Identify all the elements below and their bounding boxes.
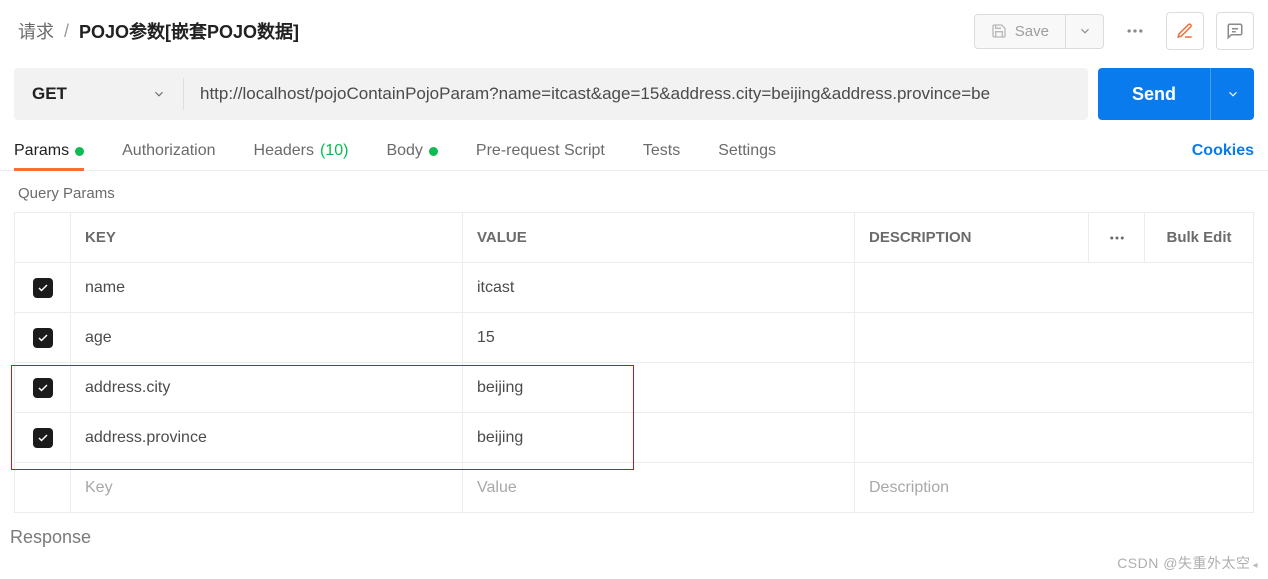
checkbox-cell (15, 463, 71, 512)
tab-authorization[interactable]: Authorization (122, 142, 215, 170)
description-cell[interactable] (855, 313, 1253, 362)
query-params-table: KEY VALUE DESCRIPTION Bulk Edit name itc… (14, 212, 1254, 513)
tab-settings[interactable]: Settings (718, 142, 776, 170)
tab-body-label: Body (386, 142, 422, 160)
save-label: Save (1015, 23, 1049, 40)
url-input[interactable]: http://localhost/pojoContainPojoParam?na… (184, 68, 1088, 120)
tab-headers[interactable]: Headers (10) (254, 142, 349, 170)
key-cell[interactable]: address.city (71, 363, 463, 412)
description-placeholder[interactable]: Description (855, 463, 1253, 512)
tab-headers-label: Headers (254, 142, 314, 160)
col-more[interactable] (1089, 213, 1145, 262)
watermark: CSDN @失重外太空 (1117, 553, 1258, 573)
table-header-row: KEY VALUE DESCRIPTION Bulk Edit (15, 213, 1253, 263)
comment-icon (1226, 22, 1244, 40)
description-cell[interactable] (855, 413, 1253, 462)
breadcrumb: 请求 / POJO参数[嵌套POJO数据] (18, 18, 299, 44)
save-button-group: Save (974, 14, 1104, 49)
response-section-label: Response (0, 513, 1268, 562)
status-dot-icon (429, 147, 438, 156)
more-horizontal-icon (1125, 21, 1145, 41)
send-button[interactable]: Send (1098, 68, 1210, 120)
tab-headers-count: (10) (320, 142, 348, 160)
send-dropdown-button[interactable] (1210, 68, 1254, 120)
key-cell[interactable]: address.province (71, 413, 463, 462)
col-check (15, 213, 71, 262)
table-row: name itcast (15, 263, 1253, 313)
chevron-down-icon (1226, 87, 1240, 101)
tab-tests[interactable]: Tests (643, 142, 680, 170)
save-dropdown-button[interactable] (1066, 14, 1104, 49)
value-cell[interactable]: beijing (463, 363, 855, 412)
http-method-select[interactable]: GET (14, 68, 184, 120)
request-tabs: Params Authorization Headers (10) Body P… (0, 142, 1268, 171)
value-cell[interactable]: itcast (463, 263, 855, 312)
more-horizontal-icon (1108, 229, 1126, 247)
col-value: VALUE (463, 213, 855, 262)
comment-button[interactable] (1216, 12, 1254, 50)
edit-button[interactable] (1166, 12, 1204, 50)
tablist: Params Authorization Headers (10) Body P… (14, 142, 776, 170)
description-cell[interactable] (855, 363, 1253, 412)
checkbox-checked-icon (33, 278, 53, 298)
more-options-button[interactable] (1116, 12, 1154, 50)
page-title[interactable]: POJO参数[嵌套POJO数据] (79, 18, 299, 44)
send-button-group: Send (1098, 68, 1254, 120)
table-row: address.city beijing (15, 363, 1253, 413)
checkbox-cell[interactable] (15, 363, 71, 412)
chevron-down-icon (1078, 24, 1092, 38)
table-row: age 15 (15, 313, 1253, 363)
bulk-edit-button[interactable]: Bulk Edit (1145, 213, 1253, 262)
breadcrumb-separator: / (64, 21, 69, 42)
tab-params[interactable]: Params (14, 142, 84, 170)
col-description: DESCRIPTION (855, 213, 1089, 262)
breadcrumb-root[interactable]: 请求 (18, 18, 54, 44)
checkbox-cell[interactable] (15, 313, 71, 362)
header-bar: 请求 / POJO参数[嵌套POJO数据] Save (0, 0, 1268, 68)
key-cell[interactable]: name (71, 263, 463, 312)
key-cell[interactable]: age (71, 313, 463, 362)
checkbox-checked-icon (33, 428, 53, 448)
section-title-query-params: Query Params (0, 171, 1268, 212)
col-key: KEY (71, 213, 463, 262)
http-method-value: GET (32, 84, 67, 104)
status-dot-icon (75, 147, 84, 156)
checkbox-cell[interactable] (15, 263, 71, 312)
request-row: GET http://localhost/pojoContainPojoPara… (0, 68, 1268, 120)
description-cell[interactable] (855, 263, 1253, 312)
value-cell[interactable]: beijing (463, 413, 855, 462)
tab-prerequest[interactable]: Pre-request Script (476, 142, 605, 170)
header-actions: Save (974, 12, 1254, 50)
floppy-icon (991, 23, 1007, 39)
pencil-icon (1176, 22, 1194, 40)
cookies-link[interactable]: Cookies (1192, 142, 1254, 170)
key-placeholder[interactable]: Key (71, 463, 463, 512)
url-value: http://localhost/pojoContainPojoParam?na… (200, 84, 990, 104)
url-group: GET http://localhost/pojoContainPojoPara… (14, 68, 1088, 120)
save-button[interactable]: Save (974, 14, 1066, 49)
value-cell[interactable]: 15 (463, 313, 855, 362)
checkbox-checked-icon (33, 328, 53, 348)
checkbox-checked-icon (33, 378, 53, 398)
value-placeholder[interactable]: Value (463, 463, 855, 512)
chevron-down-icon (152, 87, 166, 101)
table-row: address.province beijing (15, 413, 1253, 463)
checkbox-cell[interactable] (15, 413, 71, 462)
new-row-placeholder[interactable]: Key Value Description (15, 463, 1253, 513)
tab-body[interactable]: Body (386, 142, 437, 170)
tab-params-label: Params (14, 142, 69, 160)
